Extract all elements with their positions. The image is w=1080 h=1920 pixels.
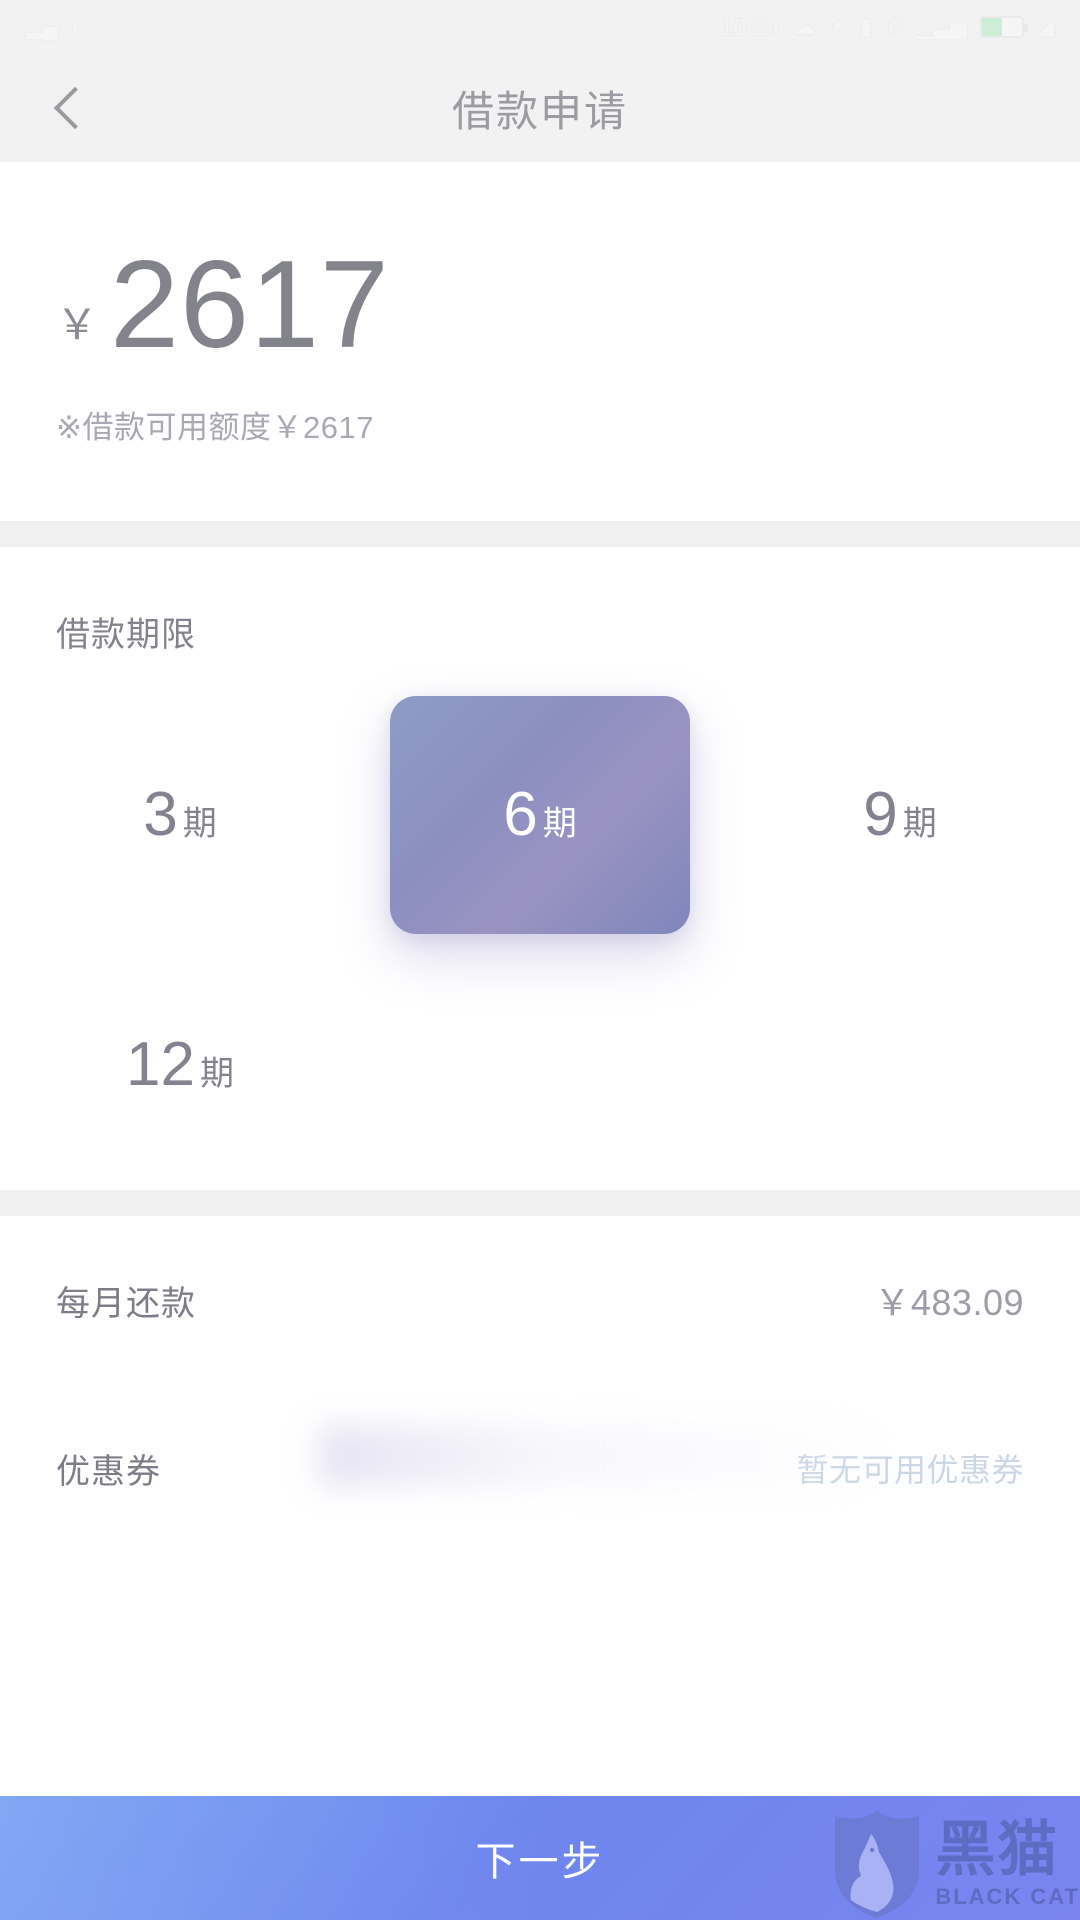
coupon-label: 优惠券 — [56, 1452, 161, 1491]
loan-term-label: 借款期限 — [56, 616, 196, 655]
status-bar: ▂▄ ◗ 10:24 ☁ ✦ ▮ ✆ ▁▃▅ ◢ — [0, 0, 1080, 54]
term-option-12-unit: 期 — [199, 1055, 234, 1094]
amount-value: 2617 — [110, 236, 390, 374]
loan-term-options: 3 期 6 期 9 期 12 期 — [0, 690, 1080, 1190]
currency-symbol: ￥ — [56, 301, 99, 349]
coupon-row[interactable]: 优惠券 暂无可用优惠券 — [0, 1384, 1080, 1552]
next-step-label: 下一步 — [475, 1840, 605, 1884]
term-option-12-text: 12 期 — [126, 1034, 234, 1096]
wifi-icon-2: ◢ — [1037, 14, 1054, 39]
wifi-icon: ◗ — [68, 14, 82, 39]
status-bar-left: ▂▄ ◗ — [26, 16, 82, 38]
nav-header: 借款申请 — [0, 54, 1080, 162]
sim-icon: ▮ — [859, 14, 872, 39]
term-option-9[interactable]: 9 期 — [720, 690, 1080, 940]
app-screen: ▂▄ ◗ 10:24 ☁ ✦ ▮ ✆ ▁▃▅ ◢ 借款申请 ￥ 2617 ※借款… — [0, 0, 1080, 1920]
status-bar-time: 10:24 — [720, 13, 781, 40]
term-option-9-unit: 期 — [902, 805, 937, 844]
term-option-3[interactable]: 3 期 — [0, 690, 360, 940]
term-option-6[interactable]: 6 期 — [360, 690, 720, 940]
chevron-left-icon — [53, 86, 97, 130]
status-bar-right: 10:24 ☁ ✦ ▮ ✆ ▁▃▅ ◢ — [720, 14, 1054, 41]
loan-details-panel: 每月还款 ￥483.09 优惠券 暂无可用优惠券 — [0, 1216, 1080, 1796]
back-button[interactable] — [36, 73, 106, 143]
available-amount-panel: ￥ 2617 ※借款可用额度￥2617 — [0, 162, 1080, 522]
section-divider-2 — [0, 1190, 1080, 1217]
page-title: 借款申请 — [451, 87, 628, 135]
amount-note: ※借款可用额度￥2617 — [56, 410, 374, 446]
term-slot-empty-2 — [720, 940, 1080, 1190]
term-option-9-num: 9 — [863, 780, 898, 850]
monthly-repayment-label: 每月还款 — [56, 1284, 196, 1323]
battery-icon — [980, 16, 1029, 38]
signal-icon: ▂▄ — [26, 14, 59, 39]
term-option-6-unit: 期 — [542, 805, 577, 844]
term-option-3-unit: 期 — [182, 805, 217, 844]
term-option-6-num: 6 — [503, 780, 538, 850]
monthly-repayment-row[interactable]: 每月还款 ￥483.09 — [0, 1216, 1080, 1384]
coupon-value: 暂无可用优惠券 — [796, 1452, 1024, 1489]
phone-icon: ✆ — [884, 14, 904, 39]
term-option-12-num: 12 — [126, 1030, 195, 1100]
monthly-repayment-value: ￥483.09 — [874, 1282, 1024, 1324]
term-slot-empty-1 — [360, 940, 720, 1190]
term-option-3-num: 3 — [143, 780, 178, 850]
cloud-icon: ☁ — [793, 14, 816, 39]
signal-bars-icon: ▁▃▅ — [916, 14, 968, 39]
term-option-9-text: 9 期 — [863, 784, 936, 846]
bluetooth-icon: ✦ — [828, 14, 847, 39]
section-divider-1 — [0, 521, 1080, 548]
term-option-6-text: 6 期 — [503, 784, 576, 846]
next-step-button[interactable]: 下一步 — [0, 1796, 1080, 1920]
loan-term-panel: 借款期限 3 期 6 期 9 期 12 期 — [0, 547, 1080, 1488]
term-option-12[interactable]: 12 期 — [0, 940, 360, 1190]
term-option-3-text: 3 期 — [143, 784, 216, 846]
amount-line: ￥ 2617 — [56, 236, 1080, 374]
